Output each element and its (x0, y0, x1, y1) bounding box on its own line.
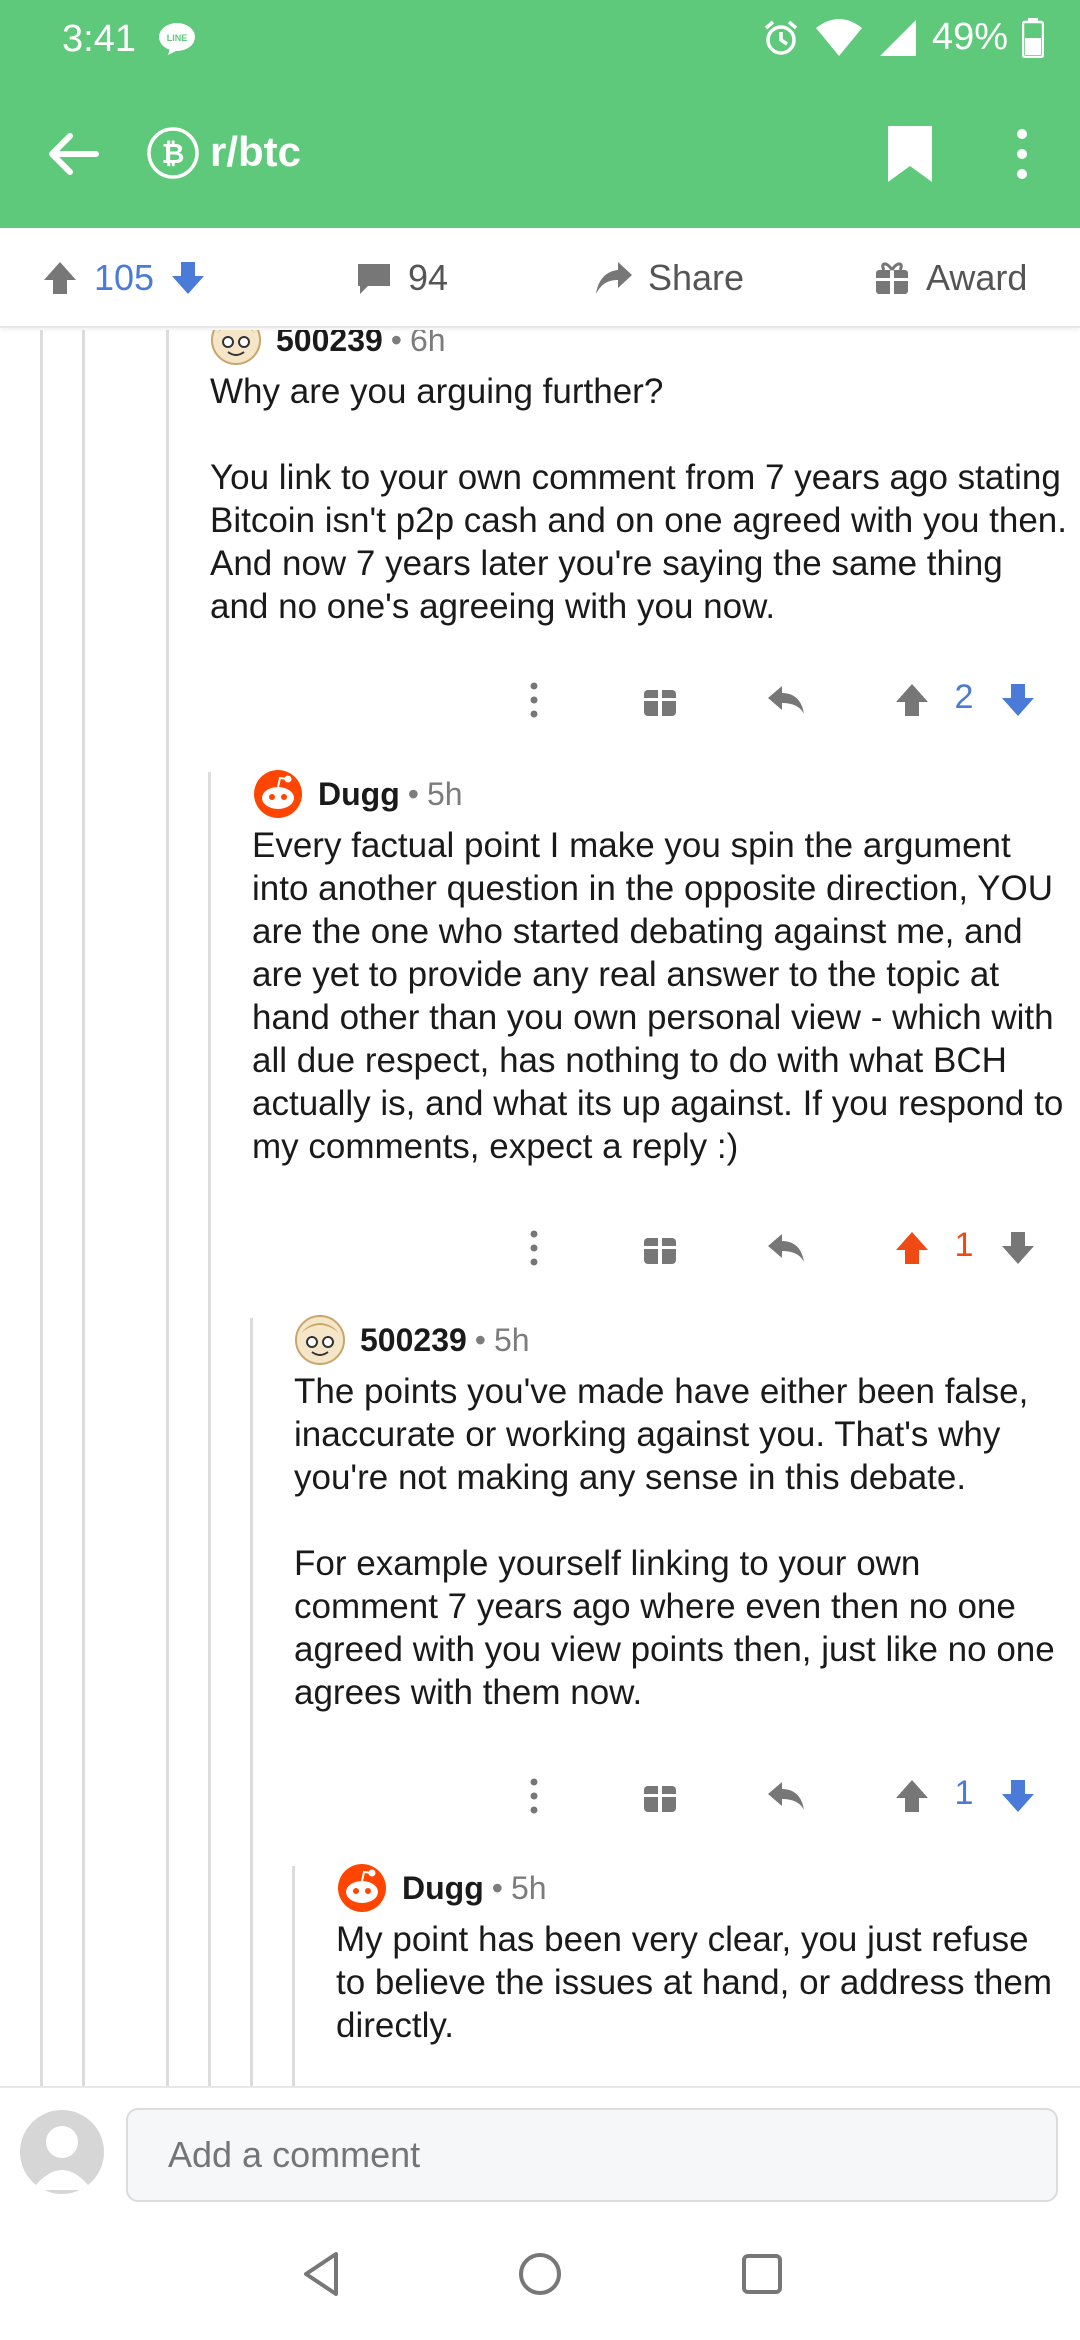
comment-score: 2 (954, 678, 974, 716)
comment-time-dot: • (491, 1869, 503, 1906)
award-icon[interactable] (632, 1766, 688, 1826)
reply-icon[interactable] (758, 1218, 814, 1278)
battery-percent: 49% (931, 16, 1008, 58)
back-arrow-icon[interactable] (44, 124, 104, 184)
comment[interactable]: Dugg • 5h Every factual point I make you… (252, 770, 1072, 1168)
nav-home-icon[interactable] (510, 2244, 570, 2304)
post-comment-count: 94 (408, 257, 449, 298)
user-avatar-icon[interactable] (252, 768, 304, 820)
comment-meta: Dugg • 5h (252, 770, 1072, 818)
comment-author[interactable]: 500239 (360, 1322, 467, 1359)
comment-time-dot: • (390, 330, 402, 358)
award-label: Award (926, 257, 1028, 298)
comment-time: 6h (409, 330, 446, 358)
post-share-button[interactable]: Share (594, 248, 744, 308)
downvote-icon[interactable] (990, 670, 1046, 730)
nav-back-icon[interactable] (292, 2244, 352, 2304)
share-label: Share (648, 257, 745, 298)
more-options-icon[interactable] (506, 1766, 562, 1826)
bookmark-icon[interactable] (880, 122, 940, 186)
award-icon[interactable] (632, 1218, 688, 1278)
comment-meta: Dugg • 5h (336, 1864, 1056, 1912)
upvote-icon[interactable] (884, 1218, 940, 1278)
comment-meta: 500239 • 5h (294, 1315, 1074, 1365)
comment-time-dot: • (407, 775, 419, 812)
downvote-icon[interactable] (990, 1218, 1046, 1278)
more-options-icon[interactable] (506, 1218, 562, 1278)
comment-time: 5h (426, 775, 463, 812)
comment-paragraph: Why are you arguing further? (210, 372, 664, 411)
post-score: 105 (94, 257, 155, 298)
comment-time-dot: • (474, 1321, 486, 1358)
line-app-icon: LINE (159, 23, 195, 55)
upvote-icon[interactable] (884, 1766, 940, 1826)
comment-score: 1 (954, 1774, 974, 1812)
award-icon (876, 262, 908, 294)
share-icon (596, 262, 632, 294)
comment-body: The points you've made have either been … (294, 1370, 1074, 1714)
battery-icon (1022, 17, 1044, 58)
comment-author[interactable]: Dugg (402, 1870, 484, 1907)
status-time: 3:41 (62, 18, 136, 60)
comment-thread: 500239 • 6h Why are you arguing further?… (0, 330, 1080, 2086)
thread-indent-line[interactable] (208, 772, 211, 2086)
comment-time: 5h (510, 1869, 547, 1906)
system-nav-bar (0, 2210, 1080, 2340)
post-action-bar: 105 94 Share Award (0, 228, 1080, 328)
comment-score: 1 (954, 1226, 974, 1264)
comment-actions: 1 (0, 1218, 1080, 1278)
comment[interactable]: 500239 • 6h Why are you arguing further?… (210, 330, 1070, 628)
add-comment-bar (0, 2086, 1080, 2210)
person-icon (32, 2126, 92, 2190)
post-comments-button[interactable]: 94 (354, 248, 448, 308)
upvote-icon[interactable] (40, 258, 80, 298)
upvote-icon[interactable] (884, 670, 940, 730)
alarm-icon (764, 20, 798, 55)
comment-body: Every factual point I make you spin the … (252, 824, 1072, 1168)
app-bar: ₿ r/btc (0, 82, 1080, 228)
post-vote-group: 105 (40, 248, 208, 308)
comment-paragraph: The points you've made have either been … (294, 1372, 1029, 1497)
user-avatar-icon[interactable] (336, 1862, 388, 1914)
reply-icon[interactable] (758, 1766, 814, 1826)
comment[interactable]: 500239 • 5h The points you've made have … (294, 1315, 1074, 1714)
thread-indent-line[interactable] (292, 1866, 295, 2086)
bitcoin-icon[interactable]: ₿ (146, 126, 200, 180)
comment-paragraph: For example yourself linking to your own… (294, 1544, 1055, 1712)
post-award-button[interactable]: Award (872, 248, 1027, 308)
downvote-icon[interactable] (168, 258, 208, 298)
comment[interactable]: Dugg • 5h My point has been very clear, … (336, 1864, 1056, 2047)
comment-paragraph: My point has been very clear, you just r… (336, 1920, 1052, 2045)
comment-body: My point has been very clear, you just r… (336, 1918, 1056, 2047)
comment-paragraph: You link to your own comment from 7 year… (210, 458, 1067, 626)
comment-paragraph: Every factual point I make you spin the … (252, 826, 1064, 1166)
comment-time: 5h (493, 1321, 530, 1358)
downvote-icon[interactable] (990, 1766, 1046, 1826)
user-avatar-icon[interactable] (294, 1314, 346, 1366)
add-comment-input[interactable] (126, 2108, 1058, 2202)
more-vert-icon[interactable] (1000, 124, 1044, 184)
comment-actions: 1 (0, 1766, 1080, 1826)
subreddit-name[interactable]: r/btc (210, 128, 301, 176)
thread-indent-line[interactable] (250, 1318, 253, 2086)
comment-meta: 500239 • 6h (210, 330, 1070, 365)
status-icons: 49% (762, 16, 1044, 59)
award-icon[interactable] (632, 670, 688, 730)
comment-icon (358, 264, 390, 294)
comment-author[interactable]: Dugg (318, 776, 400, 813)
signal-icon (879, 19, 916, 56)
svg-text:₿: ₿ (162, 138, 185, 169)
wifi-icon (815, 18, 862, 56)
my-avatar[interactable] (20, 2110, 104, 2194)
comment-author[interactable]: 500239 (276, 330, 383, 359)
nav-recents-icon[interactable] (732, 2244, 792, 2304)
reply-icon[interactable] (758, 670, 814, 730)
user-avatar-icon[interactable] (210, 330, 262, 366)
line-badge-text: LINE (167, 33, 188, 43)
more-options-icon[interactable] (506, 670, 562, 730)
status-bar: 3:41 LINE 49% (0, 0, 1080, 82)
comment-body: Why are you arguing further? You link to… (210, 370, 1070, 628)
comment-actions: 2 (0, 670, 1080, 730)
